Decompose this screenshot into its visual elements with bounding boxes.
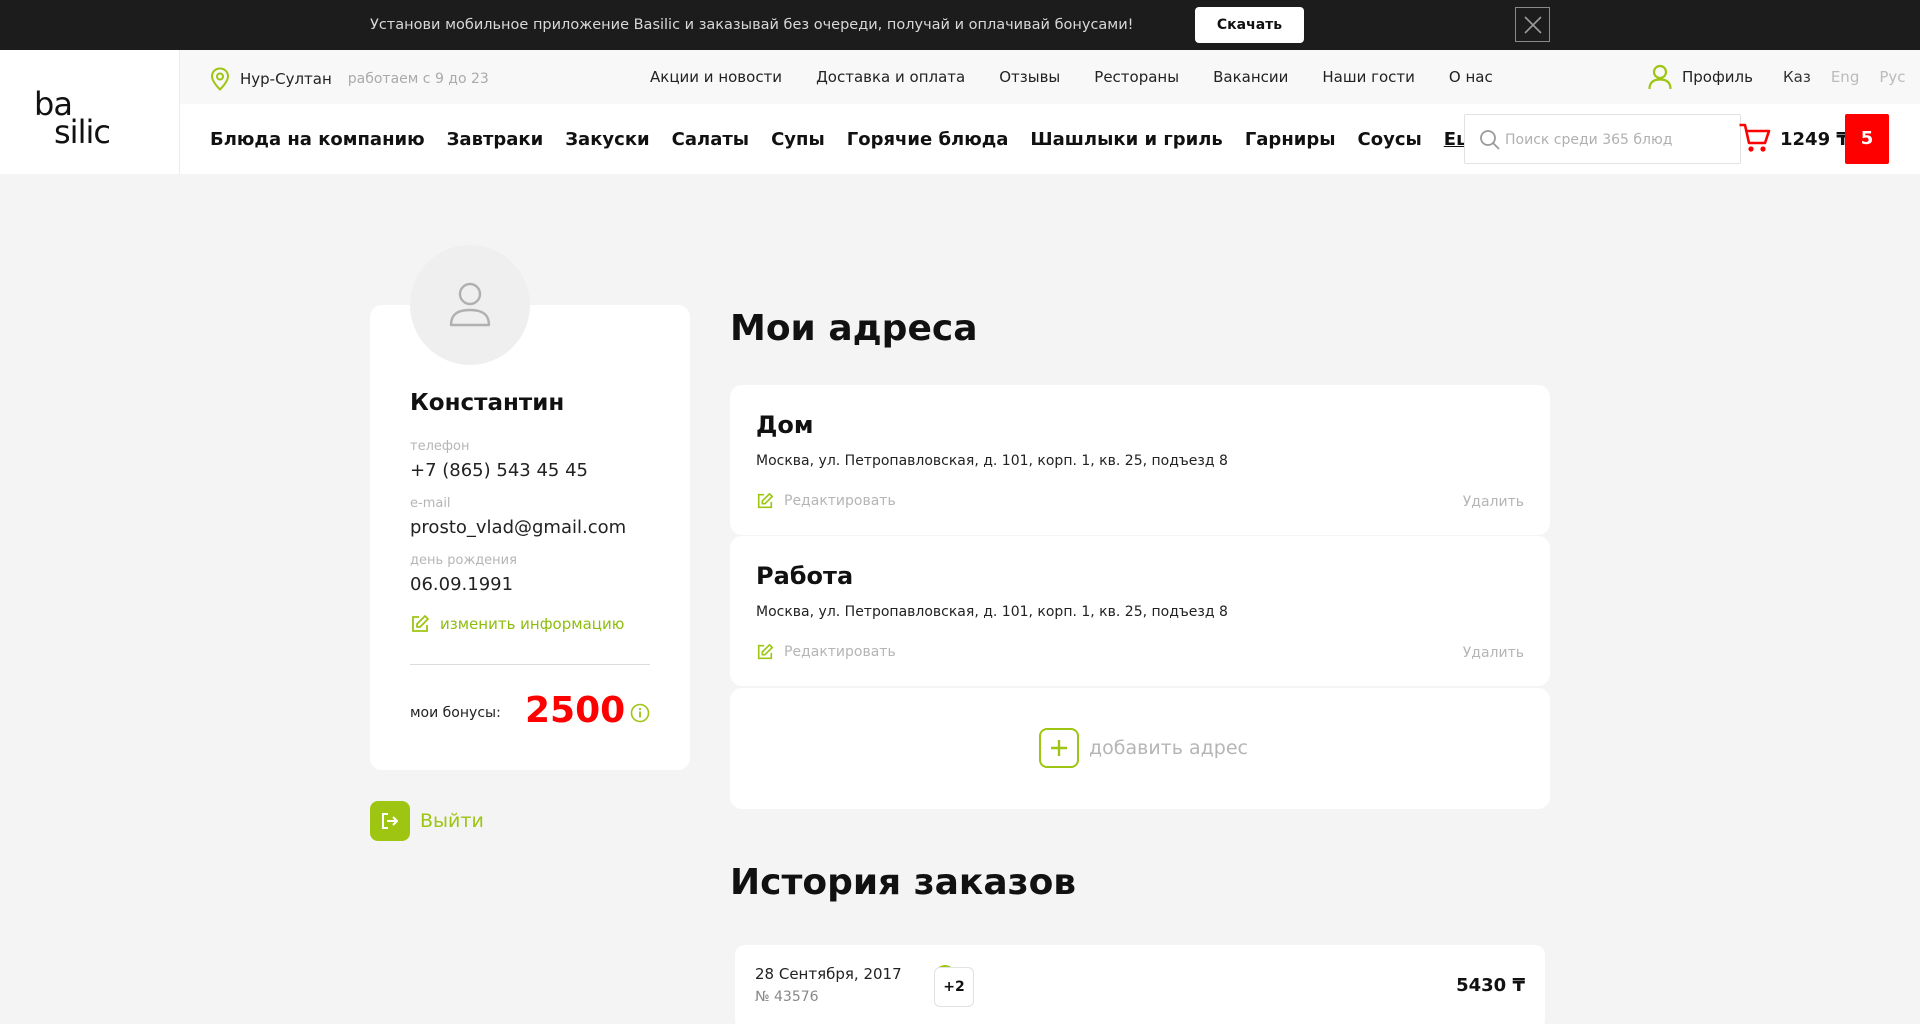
cart-total[interactable]: 1249 ₸ — [1780, 129, 1849, 150]
logout-button[interactable]: Выйти — [370, 801, 484, 841]
edit-address-button[interactable]: Редактировать — [756, 492, 896, 510]
avatar[interactable] — [410, 245, 530, 365]
close-banner-button[interactable] — [1515, 7, 1550, 42]
category-hot-dishes[interactable]: Горячие блюда — [847, 129, 1009, 150]
logout-icon-box — [370, 801, 410, 841]
category-grill[interactable]: Шашлыки и гриль — [1030, 129, 1222, 150]
bonus-value: 2500 — [525, 690, 626, 731]
top-nav-link-about[interactable]: О нас — [1449, 68, 1493, 86]
top-nav-link-promotions[interactable]: Акции и новости — [650, 68, 782, 86]
language-switcher: Каз Eng Рус — [1783, 68, 1920, 86]
add-address-label: добавить адрес — [1089, 737, 1248, 759]
download-app-button[interactable]: Скачать — [1195, 7, 1304, 43]
category-soups[interactable]: Супы — [771, 129, 825, 150]
address-title: Работа — [756, 562, 854, 590]
search-input[interactable] — [1505, 127, 1725, 153]
phone-label: телефон — [410, 439, 470, 454]
working-hours: работаем с 9 до 23 — [347, 71, 489, 87]
bonus-info-button[interactable] — [630, 703, 650, 727]
birthday-value: 06.09.1991 — [410, 574, 514, 595]
phone-value: +7 (865) 543 45 45 — [410, 460, 588, 481]
category-snacks[interactable]: Закуски — [565, 129, 649, 150]
top-nav-link-restaurants[interactable]: Рестораны — [1094, 68, 1179, 86]
edit-info-link[interactable]: изменить информацию — [410, 614, 624, 634]
user-name: Константин — [410, 390, 565, 416]
category-sides[interactable]: Гарниры — [1245, 129, 1336, 150]
order-more-items: +2 — [934, 967, 974, 1007]
birthday-label: день рождения — [410, 553, 517, 568]
category-breakfasts[interactable]: Завтраки — [447, 129, 544, 150]
lang-kaz[interactable]: Каз — [1783, 68, 1811, 86]
delete-address-button[interactable]: Удалить — [1463, 645, 1524, 661]
logout-label: Выйти — [420, 810, 484, 832]
info-icon — [630, 703, 650, 723]
top-nav-link-reviews[interactable]: Отзывы — [999, 68, 1060, 86]
logo[interactable]: ba silic — [0, 50, 180, 174]
add-address-content: добавить адрес — [1039, 728, 1248, 768]
order-total: 5430 ₸ — [1456, 975, 1525, 996]
logout-icon — [382, 813, 398, 829]
category-salads[interactable]: Салаты — [672, 129, 749, 150]
divider — [410, 664, 650, 665]
city-name: Нур-Султан — [240, 70, 332, 88]
add-address-button[interactable]: добавить адрес — [730, 688, 1550, 809]
order-number: № 43576 — [755, 989, 819, 1005]
top-nav-link-guests[interactable]: Наши гости — [1322, 68, 1415, 86]
addresses-heading: Мои адреса — [730, 308, 978, 349]
top-nav: Акции и новости Доставка и оплата Отзывы… — [650, 68, 1527, 86]
cart-count-badge[interactable]: 5 — [1845, 114, 1889, 164]
logo-text-line2: silic — [54, 113, 111, 151]
order-history-heading: История заказов — [730, 862, 1077, 903]
category-company-dishes[interactable]: Блюда на компанию — [210, 129, 425, 150]
address-text: Москва, ул. Петропавловская, д. 101, кор… — [756, 604, 1228, 620]
close-icon — [1524, 16, 1542, 34]
user-icon — [1648, 64, 1672, 90]
email-label: e-mail — [410, 496, 451, 511]
category-sauces[interactable]: Соусы — [1358, 129, 1422, 150]
cart-icon — [1739, 123, 1771, 152]
top-nav-link-vacancies[interactable]: Вакансии — [1213, 68, 1288, 86]
order-date: 28 Сентября, 2017 — [755, 965, 902, 983]
category-nav: Блюда на компанию Завтраки Закуски Салат… — [210, 129, 1510, 150]
edit-icon — [757, 643, 774, 660]
address-card: Дом Москва, ул. Петропавловская, д. 101,… — [730, 385, 1550, 535]
user-avatar-icon — [449, 282, 491, 327]
profile-label: Профиль — [1682, 68, 1753, 86]
address-text: Москва, ул. Петропавловская, д. 101, кор… — [756, 453, 1228, 469]
edit-icon — [412, 615, 429, 632]
site-header: ba silic Нур-Султан работаем с 9 до 23 А… — [0, 50, 1920, 174]
order-row[interactable]: 28 Сентября, 2017 № 43576 +2 5430 ₸ — [735, 945, 1545, 1024]
plus-icon — [1039, 728, 1079, 768]
city-selector[interactable]: Нур-Султан работаем с 9 до 23 — [210, 67, 489, 91]
bonus-label: мои бонусы: — [410, 705, 501, 721]
cart-button[interactable] — [1738, 122, 1772, 158]
profile-link[interactable]: Профиль — [1648, 64, 1753, 90]
address-card: Работа Москва, ул. Петропавловская, д. 1… — [730, 536, 1550, 686]
email-value: prosto_vlad@gmail.com — [410, 517, 627, 538]
edit-address-button[interactable]: Редактировать — [756, 643, 896, 661]
edit-address-label: Редактировать — [784, 644, 896, 660]
delete-address-button[interactable]: Удалить — [1463, 494, 1524, 510]
promo-banner: Установи мобильное приложение Basilic и … — [0, 0, 1920, 50]
edit-icon — [757, 492, 774, 509]
lang-eng[interactable]: Eng — [1831, 68, 1860, 86]
location-pin-icon — [210, 67, 230, 91]
edit-info-label: изменить информацию — [440, 615, 625, 633]
search-icon — [1480, 130, 1500, 150]
top-bar: Нур-Султан работаем с 9 до 23 Акции и но… — [180, 50, 1920, 104]
promo-text: Установи мобильное приложение Basilic и … — [370, 17, 1134, 33]
search-box — [1464, 114, 1741, 164]
top-nav-link-delivery[interactable]: Доставка и оплата — [816, 68, 965, 86]
lang-rus[interactable]: Рус — [1879, 68, 1905, 86]
address-title: Дом — [756, 411, 814, 439]
edit-address-label: Редактировать — [784, 493, 896, 509]
